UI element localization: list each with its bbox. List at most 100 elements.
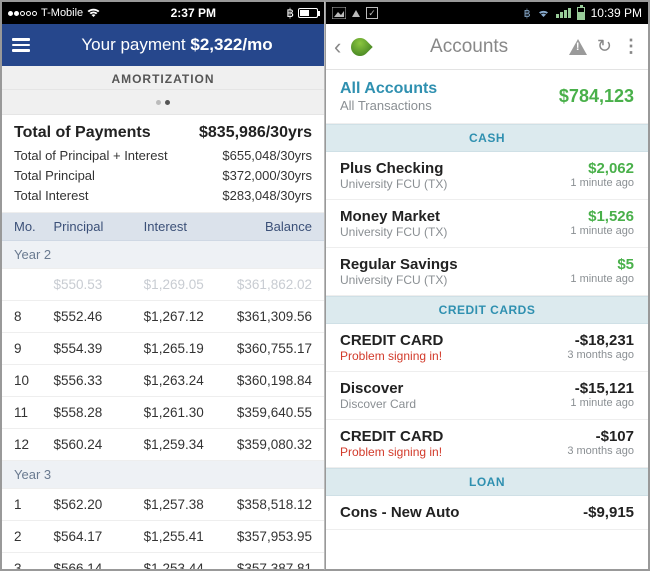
cell-principal: $556.33 <box>54 373 144 388</box>
accounts-list[interactable]: CASHPlus CheckingUniversity FCU (TX)$2,0… <box>326 124 648 530</box>
totals-value: $283,048/30yrs <box>222 186 312 206</box>
account-name: Regular Savings <box>340 256 458 273</box>
cell-mo <box>2 277 54 292</box>
account-amount: -$107 <box>567 428 634 445</box>
account-name: Plus Checking <box>340 160 447 177</box>
table-row[interactable]: 8$552.46$1,267.12$361,309.56 <box>2 301 324 333</box>
cell-balance: $360,755.17 <box>227 341 324 356</box>
account-name: Discover <box>340 380 416 397</box>
account-name: Cons - New Auto <box>340 504 459 521</box>
all-accounts-header[interactable]: All Accounts All Transactions $784,123 <box>326 70 648 124</box>
carrier-label: T-Mobile <box>41 7 83 19</box>
ios-phone-screen: T-Mobile 2:37 PM ฿ Your payment $2,322/m… <box>1 1 325 570</box>
account-sublabel: Discover Card <box>340 397 416 411</box>
totals-row: Total Principal$372,000/30yrs <box>14 166 312 186</box>
image-icon <box>332 7 346 19</box>
account-time: 3 months ago <box>567 349 634 361</box>
cell-mo: 10 <box>2 373 54 388</box>
cell-mo: 9 <box>2 341 54 356</box>
cell-balance: $357,953.95 <box>227 529 324 544</box>
table-row[interactable]: 10$556.33$1,263.24$360,198.84 <box>2 365 324 397</box>
wifi-icon <box>87 8 100 18</box>
account-name: CREDIT CARD <box>340 428 443 445</box>
menu-icon[interactable] <box>12 38 30 52</box>
totals-value: $835,986/30yrs <box>199 121 312 146</box>
table-row[interactable]: 3$566.14$1,253.44$357,387.81 <box>2 553 324 570</box>
cell-interest: $1,269.05 <box>144 277 228 292</box>
totals-key: Total of Principal + Interest <box>14 146 168 166</box>
account-row[interactable]: CREDIT CARDProblem signing in!-$1073 mon… <box>326 420 648 468</box>
account-time: 1 minute ago <box>570 177 634 189</box>
cell-principal: $562.20 <box>54 497 144 512</box>
cell-principal: $566.14 <box>54 561 144 570</box>
account-row[interactable]: DiscoverDiscover Card-$15,1211 minute ag… <box>326 372 648 420</box>
account-amount: -$9,915 <box>583 504 634 521</box>
table-row[interactable]: 2$564.17$1,255.41$357,953.95 <box>2 521 324 553</box>
all-accounts-label: All Accounts <box>340 80 437 98</box>
col-balance: Balance <box>227 219 324 234</box>
alert-icon[interactable] <box>569 39 587 55</box>
table-row[interactable]: 1$562.20$1,257.38$358,518.12 <box>2 489 324 521</box>
amortization-subheader: AMORTIZATION <box>2 66 324 90</box>
cell-interest: $1,265.19 <box>144 341 228 356</box>
amortization-table[interactable]: Year 2$550.53$1,269.05$361,862.028$552.4… <box>2 241 324 570</box>
all-transactions-label: All Transactions <box>340 98 437 113</box>
account-time: 1 minute ago <box>570 397 634 409</box>
account-error: Problem signing in! <box>340 349 443 363</box>
header-amount: $2,322/mo <box>190 35 272 54</box>
cell-interest: $1,267.12 <box>144 309 228 324</box>
account-sublabel: University FCU (TX) <box>340 225 447 239</box>
cell-mo: 11 <box>2 405 54 420</box>
totals-key: Total of Payments <box>14 121 151 146</box>
checkbox-icon: ✓ <box>366 7 378 19</box>
account-amount: $1,526 <box>570 208 634 225</box>
cell-principal: $550.53 <box>54 277 144 292</box>
table-row[interactable]: 12$560.24$1,259.34$359,080.32 <box>2 429 324 461</box>
cell-principal: $558.28 <box>54 405 144 420</box>
account-time: 1 minute ago <box>570 225 634 237</box>
totals-block: Total of Payments$835,986/30yrsTotal of … <box>2 115 324 213</box>
totals-row: Total of Principal + Interest $655,048/30… <box>14 146 312 166</box>
account-row[interactable]: Regular SavingsUniversity FCU (TX)$51 mi… <box>326 248 648 296</box>
year-divider: Year 3 <box>2 461 324 489</box>
account-amount: $5 <box>570 256 634 273</box>
page-indicator[interactable] <box>2 90 324 115</box>
cell-mo: 12 <box>2 437 54 452</box>
totals-value: $655,048/30yrs <box>222 146 312 166</box>
totals-row: Total of Payments $835,986/30yrs <box>14 121 312 146</box>
cell-balance: $361,309.56 <box>227 309 324 324</box>
battery-icon <box>298 8 318 18</box>
cell-balance: $361,862.02 <box>227 277 324 292</box>
cell-principal: $564.17 <box>54 529 144 544</box>
overflow-menu-icon[interactable]: ⋮ <box>622 36 640 57</box>
cell-interest: $1,253.44 <box>144 561 228 570</box>
android-status-bar: ✓ ฿ 10:39 PM <box>326 2 648 24</box>
wifi-icon <box>537 8 550 18</box>
signal-icon <box>556 8 571 18</box>
header-title: Your payment $2,322/mo <box>40 35 314 55</box>
mint-logo-icon[interactable] <box>348 34 373 59</box>
account-row[interactable]: CREDIT CARDProblem signing in!-$18,2313 … <box>326 324 648 372</box>
cell-mo: 2 <box>2 529 54 544</box>
section-header: LOAN <box>326 468 648 496</box>
account-amount: $2,062 <box>570 160 634 177</box>
col-interest: Interest <box>144 219 228 234</box>
account-row[interactable]: Money MarketUniversity FCU (TX) $1,5261 m… <box>326 200 648 248</box>
account-row[interactable]: Plus CheckingUniversity FCU (TX)$2,0621 … <box>326 152 648 200</box>
table-row[interactable]: 11$558.28$1,261.30$359,640.55 <box>2 397 324 429</box>
app-header: Your payment $2,322/mo <box>2 24 324 66</box>
section-header: CASH <box>326 124 648 152</box>
table-row[interactable]: $550.53$1,269.05$361,862.02 <box>2 269 324 301</box>
cell-mo: 8 <box>2 309 54 324</box>
account-name: Money Market <box>340 208 447 225</box>
android-phone-screen: ✓ ฿ 10:39 PM ‹ Accounts ↻ ⋮ All Accounts… <box>325 1 649 570</box>
table-row[interactable]: 9$554.39$1,265.19$360,755.17 <box>2 333 324 365</box>
account-name: CREDIT CARD <box>340 332 443 349</box>
bluetooth-icon: ฿ <box>286 6 294 20</box>
account-row[interactable]: Cons - New Auto -$9,915 <box>326 496 648 530</box>
status-time: 10:39 PM <box>591 6 642 20</box>
cell-balance: $359,640.55 <box>227 405 324 420</box>
cell-interest: $1,259.34 <box>144 437 228 452</box>
refresh-icon[interactable]: ↻ <box>597 36 612 57</box>
back-icon[interactable]: ‹ <box>334 34 341 60</box>
